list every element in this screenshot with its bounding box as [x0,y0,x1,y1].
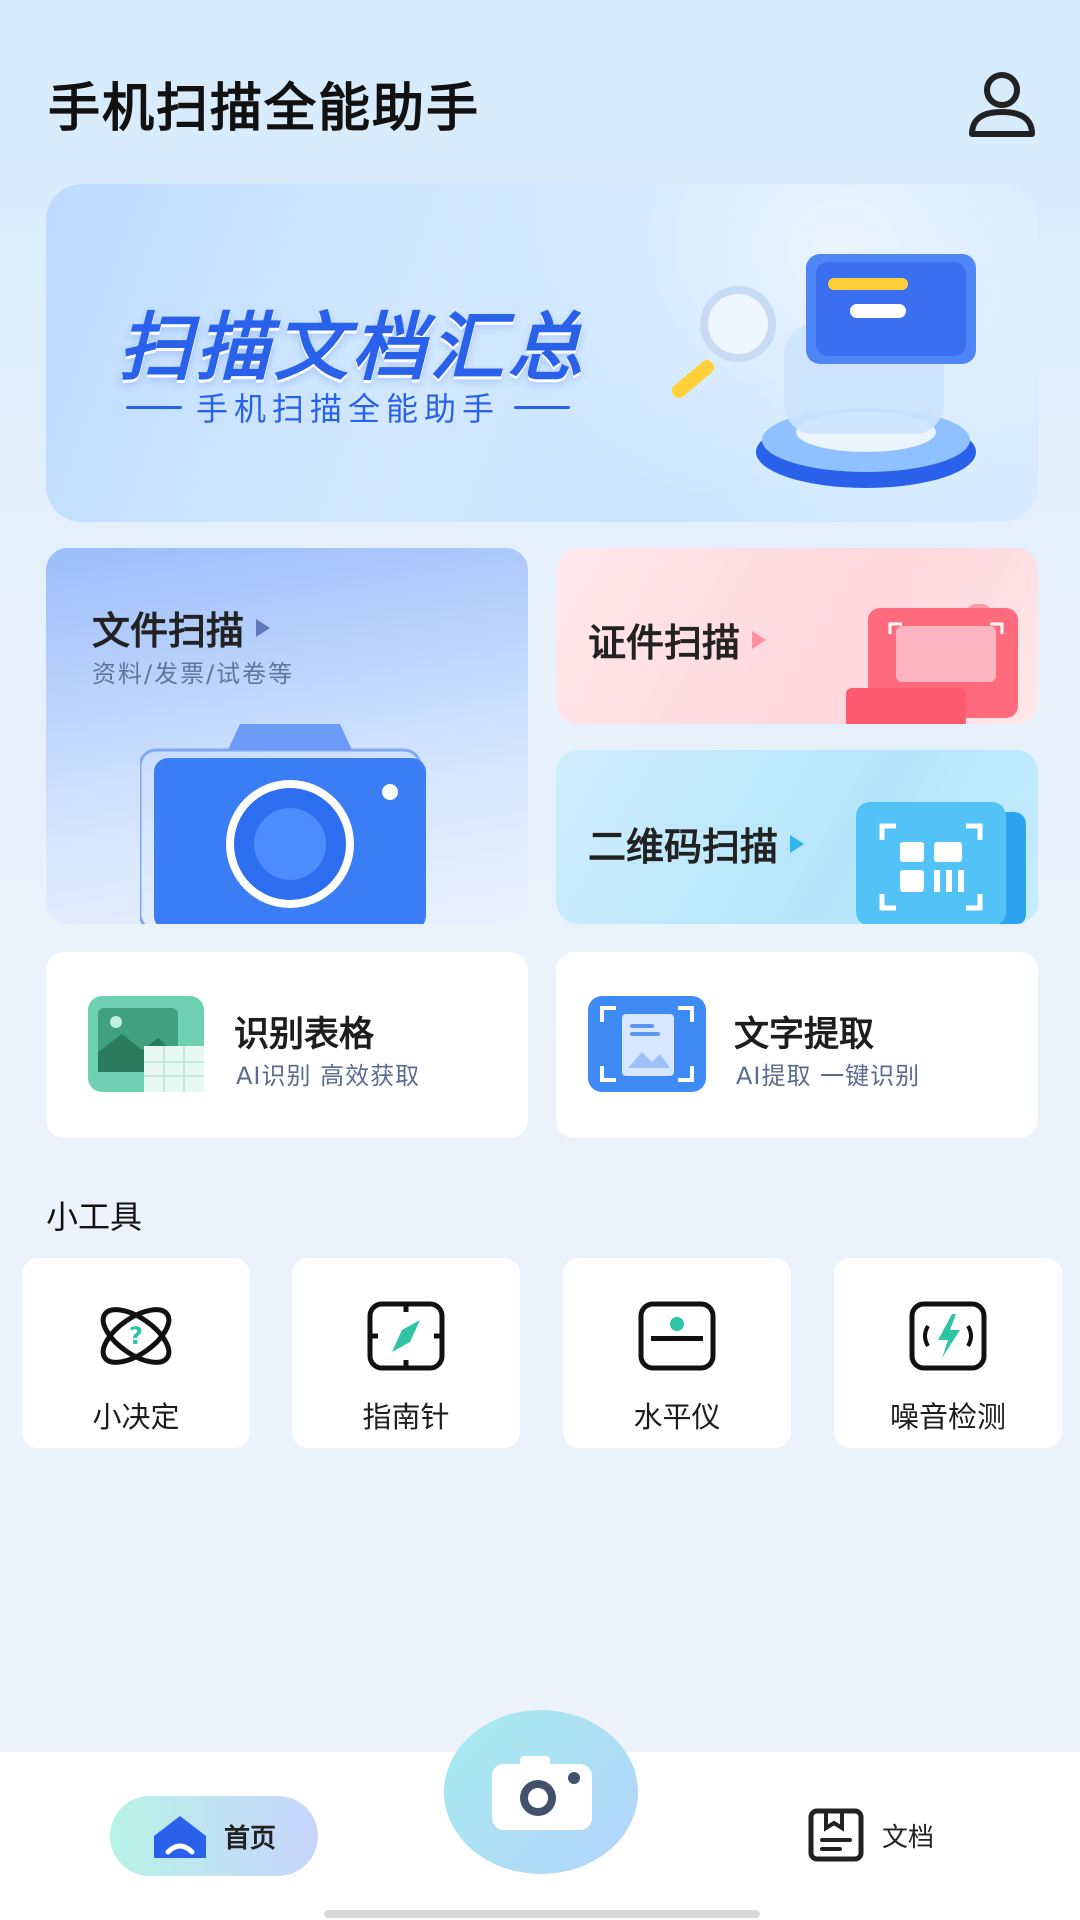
tool-noise[interactable]: 噪音检测 [834,1258,1062,1448]
tool-decision-label: 小决定 [92,1400,180,1434]
chevron-right-icon [752,630,767,649]
table-recognition-sub: AI识别 高效获取 [236,1062,421,1090]
id-card-icon [846,604,1018,724]
tool-level-label: 水平仪 [633,1400,721,1434]
id-scan-label: 证件扫描 [588,621,741,665]
chevron-right-icon [256,618,271,637]
nav-docs-tab[interactable]: 文档 [808,1808,934,1862]
divider [514,405,571,409]
profile-button[interactable] [962,64,1042,144]
camera-icon [140,724,426,924]
level-icon [638,1301,716,1371]
banner-subtitle-row: 手机扫描全能助手 [126,384,666,430]
chevron-right-icon [790,834,805,853]
tool-level[interactable]: 水平仪 [563,1258,791,1448]
noise-icon [909,1301,987,1371]
banner-title: 扫描文档汇总 [118,305,586,391]
table-image-icon [88,996,204,1092]
tools-section-title: 小工具 [46,1198,143,1236]
text-extraction-title: 文字提取 [734,1015,875,1055]
promo-banner[interactable]: 扫描文档汇总 手机扫描全能助手 [46,184,1038,522]
user-icon [969,72,1035,137]
qr-code-icon [856,802,1026,924]
app-title: 手机扫描全能助手 [48,79,481,139]
tool-decision[interactable]: ? 小决定 [22,1258,250,1448]
document-scan-illustration-icon [671,254,976,488]
compass-icon [367,1301,445,1371]
qr-scan-label-row: 二维码扫描 [588,816,805,871]
qr-scan-label: 二维码扫描 [588,825,779,869]
camera-icon [492,1756,592,1830]
svg-text:?: ? [129,1322,143,1350]
id-scan-card[interactable]: 证件扫描 [556,548,1038,724]
file-scan-card[interactable]: 文件扫描 资料/发票/试卷等 [46,548,528,924]
banner-subtitle: 手机扫描全能助手 [196,390,501,428]
tool-compass[interactable]: 指南针 [292,1258,520,1448]
id-scan-label-row: 证件扫描 [588,612,767,667]
tool-compass-label: 指南针 [362,1400,450,1434]
table-recognition-card[interactable]: 识别表格 AI识别 高效获取 [46,952,528,1138]
file-scan-sub: 资料/发票/试卷等 [92,660,295,688]
divider [126,405,182,409]
nav-home-label: 首页 [224,1823,277,1854]
document-icon [808,1808,864,1862]
file-scan-label-row: 文件扫描 [92,600,271,655]
file-scan-label: 文件扫描 [92,609,245,653]
tool-noise-label: 噪音检测 [889,1400,1006,1434]
text-extraction-card[interactable]: 文字提取 AI提取 一键识别 [556,952,1038,1138]
nav-docs-label: 文档 [882,1822,935,1853]
home-indicator [324,1910,760,1918]
text-extraction-sub: AI提取 一键识别 [736,1062,921,1090]
document-scan-icon [588,996,706,1092]
nav-home-tab[interactable]: 首页 [110,1796,318,1876]
camera-scan-button[interactable] [444,1710,638,1874]
table-recognition-title: 识别表格 [234,1015,375,1055]
home-icon [154,1816,206,1858]
qr-scan-card[interactable]: 二维码扫描 [556,750,1038,924]
decision-icon: ? [100,1307,172,1365]
